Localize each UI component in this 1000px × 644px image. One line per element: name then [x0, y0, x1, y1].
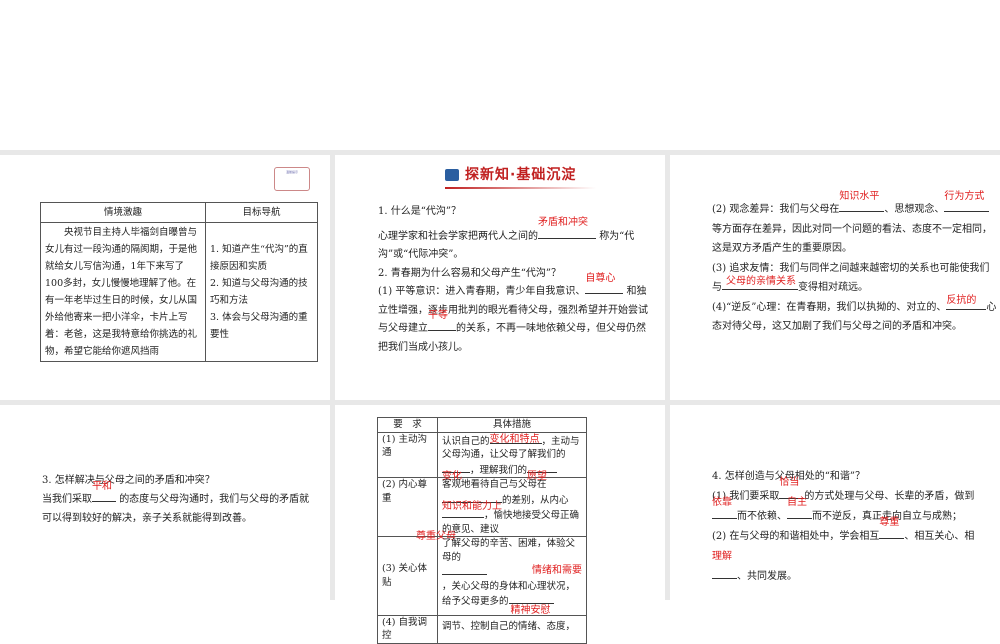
story-text: 央视节目主持人毕福剑自曝曾与女儿有过一段沟通的隔阂期，于是他就给女儿写信沟通，1… [40, 222, 206, 362]
slide-measures-table[interactable]: 要 求具体措施 (1) 主动沟通 认识自己的 变化和特点 ，主动与父母沟通，让父母了解… [335, 405, 665, 644]
goals-cell: 1. 知道产生“代沟”的直接原因和实质 2. 知道与父母沟通的技巧和方法 3. … [205, 222, 318, 362]
point-4: (4)“逆反”心理：在青春期，我们以执拗的、对立的、 反抗的 心态对待父母，这又加剧… [712, 295, 997, 337]
answer-1: 心理学家和社会学家把两代人之间的 矛盾和冲突 称为“代沟”或“代际冲突”。 [378, 217, 650, 265]
measure: 调节、控制自己的情绪、态度， [437, 614, 587, 644]
fill-answer: 平和 [92, 481, 112, 492]
scenario-table: 情境激趣 目标导航 央视节目主持人毕福剑自曝曾与女儿有过一段沟通的隔阂期，于是他… [40, 202, 318, 362]
content: 3. 怎样解决与父母之间的矛盾和冲突？ 当我们采取 平和 的态度与父母沟通时，我们… [42, 471, 317, 528]
fill-answer: 知识水平 [839, 190, 880, 202]
measure: 认识自己的 变化和特点 ，主动与父母沟通，让父母了解我们的 变化 ，理解我们的 愿望 [437, 431, 587, 482]
table-row: (1) 主动沟通 认识自己的 变化和特点 ，主动与父母沟通，让父母了解我们的 变化 ，理解… [377, 431, 587, 482]
fill-answer: 精神安慰 [510, 604, 551, 616]
fill-answer: 矛盾和冲突 [538, 217, 588, 228]
fill-answer: 依靠 [712, 497, 732, 508]
header-measures: 具体措施 [437, 417, 587, 433]
fill-answer: 父母的亲情关系 [726, 275, 796, 287]
slide-resolve[interactable]: 3. 怎样解决与父母之间的矛盾和冲突？ 当我们采取 平和 的态度与父母沟通时，我们… [0, 405, 330, 600]
fill-answer: 尊重 [879, 517, 900, 528]
requirement: (3) 关心体贴 [377, 536, 438, 616]
fill-answer: 自尊心 [585, 272, 616, 284]
content: (2) 观念差异：我们与父母在 知识水平 、思想观念、 行为方式 等方面存在差异，因此对… [712, 191, 997, 337]
requirement: (1) 主动沟通 [377, 431, 438, 478]
measure: 了解父母的辛苦、困难，体验父母的 情绪和需要 ，关心父母的身体和心理状况，给予父母更… [437, 536, 587, 616]
goal-item: 2. 知道与父母沟通的技巧和方法 [210, 278, 308, 306]
point-1: (1) 平等意识：进入青春期，青少年自我意识、 自尊心 和独立性增强，逐步用批判的… [378, 273, 650, 357]
fill-answer: 理解 [712, 551, 732, 562]
slide-new-knowledge[interactable]: 探新知·基础沉淀 1. 什么是“代沟”？ 心理学家和社会学家把两代人之间的 矛盾和… [335, 155, 665, 400]
slide-scenario[interactable]: 温馨提示 情境激趣 目标导航 央视节目主持人毕福剑自曝曾与女儿有过一段沟通的隔阂… [0, 155, 330, 400]
table-row: (3) 关心体贴 了解父母的辛苦、困难，体验父母的 情绪和需要 ，关心父母的身体和心理… [377, 536, 587, 616]
section-banner: 探新知·基础沉淀 [445, 165, 597, 189]
goal-item: 3. 体会与父母沟通的重要性 [210, 312, 308, 340]
fill-answer: 平等 [428, 309, 448, 321]
header-goals: 目标导航 [205, 202, 318, 223]
banner-title: 探新知·基础沉淀 [465, 167, 577, 183]
fill-answer: 变化和特点 [489, 434, 540, 445]
measures-table: 要 求具体措施 (1) 主动沟通 认识自己的 变化和特点 ，主动与父母沟通，让父母了解… [377, 417, 587, 644]
tip-stamp: 温馨提示 [274, 167, 310, 191]
table-row: (2) 内心尊重 客观地看待自己与父母在 知识和能力上 的差别，从内心 尊重父母 ，愉快地… [377, 477, 587, 542]
point-2: (2) 在与父母的和谐相处中，学会相互 尊重 、相互关心、相 理解 、共同发展。 [712, 517, 992, 587]
fill-answer: 行为方式 [944, 190, 985, 202]
fill-answer: 情绪和需要 [532, 565, 582, 576]
fill-answer: 自主 [787, 497, 807, 508]
answer-3: 当我们采取 平和 的态度与父母沟通时，我们与父母的矛盾就可以得到较好的解决，亲子关… [42, 481, 317, 528]
point-1: (1) 我们要采取 恰当 的方式处理与父母、长辈的矛盾，做到 依靠 而不依赖、 自主 而不逆… [712, 477, 992, 527]
slide-harmony[interactable]: 4. 怎样创造与父母相处的“和谐”？ (1) 我们要采取 恰当 的方式处理与父母、长… [670, 405, 1000, 600]
fill-answer: 反抗的 [946, 295, 977, 306]
question-1: 1. 什么是“代沟”？ [378, 206, 461, 217]
header-requirement: 要 求 [377, 417, 438, 433]
content: 4. 怎样创造与父母相处的“和谐”？ (1) 我们要采取 恰当 的方式处理与父母、长… [712, 467, 992, 587]
question-3: 3. 怎样解决与父母之间的矛盾和冲突？ [42, 475, 215, 486]
measure: 客观地看待自己与父母在 知识和能力上 的差别，从内心 尊重父母 ，愉快地接受父母正确的意… [416, 477, 587, 542]
question-4: 4. 怎样创造与父母相处的“和谐”？ [712, 471, 865, 482]
requirement: (4) 自我调控 [377, 614, 438, 644]
header-scenario: 情境激趣 [40, 202, 206, 223]
graduation-cap-icon [445, 169, 459, 181]
fill-answer: 恰当 [779, 477, 800, 488]
goal-item: 1. 知道产生“代沟”的直接原因和实质 [210, 244, 308, 272]
content: 1. 什么是“代沟”？ 心理学家和社会学家把两代人之间的 矛盾和冲突 称为“代沟”… [378, 203, 650, 357]
slide-reasons[interactable]: (2) 观念差异：我们与父母在 知识水平 、思想观念、 行为方式 等方面存在差异，因此对… [670, 155, 1000, 400]
point-2: (2) 观念差异：我们与父母在 知识水平 、思想观念、 行为方式 等方面存在差异，因此对… [712, 191, 997, 259]
requirement: (2) 内心尊重 [377, 477, 438, 537]
table-row: (4) 自我调控 调节、控制自己的情绪、态度， [377, 614, 587, 644]
